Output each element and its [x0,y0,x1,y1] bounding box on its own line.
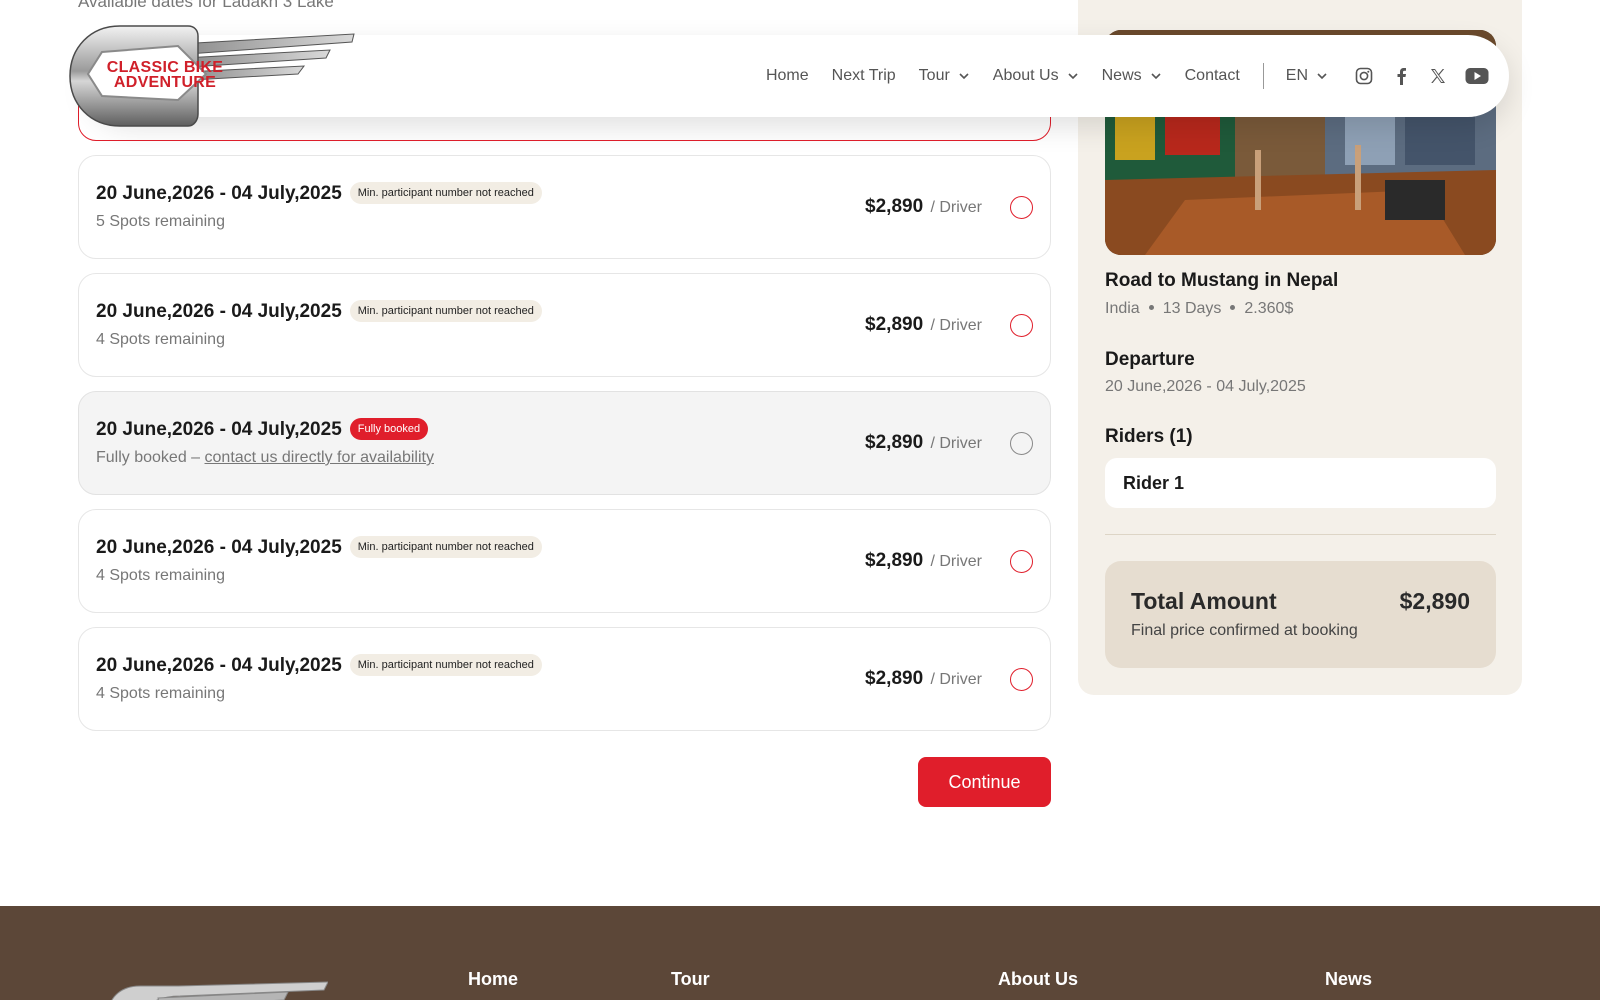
chevron-down-icon [1317,73,1327,80]
availability-prefix: Fully booked – [96,449,205,466]
price-unit: / Driver [930,317,982,334]
date-option[interactable]: 20 June,2026 - 04 July,2025 Min. particip… [78,273,1051,377]
status-badge: Min. participant number not reached [349,300,542,322]
total-amount-box: Total Amount $2,890 Final price confirme… [1105,561,1496,668]
date-text: 20 June,2026 - 04 July,2025 [96,301,342,322]
date-radio[interactable] [1010,432,1033,455]
date-range: 20 June,2026 - 04 July,2025 Min. particip… [96,654,542,677]
spots-remaining: 4 Spots remaining [96,567,225,584]
departure-label: Departure [1105,349,1195,370]
price: $2,890 / Driver [865,196,982,218]
total-value: $2,890 [1399,588,1470,614]
divider [1105,534,1496,535]
date-text: 20 June,2026 - 04 July,2025 [96,655,342,676]
nav-home[interactable]: Home [766,67,809,85]
price: $2,890 / Driver [865,668,982,690]
price-unit: / Driver [930,671,982,688]
price-value: $2,890 [865,196,924,217]
footer-link-tour[interactable]: Tour [671,969,710,990]
departure-value: 20 June,2026 - 04 July,2025 [1105,378,1306,395]
nav-contact[interactable]: Contact [1185,67,1240,85]
date-range: 20 June,2026 - 04 July,2025 Fully booked [96,418,429,441]
price: $2,890 / Driver [865,550,982,572]
youtube-icon[interactable] [1465,66,1489,86]
facebook-icon[interactable] [1391,66,1411,86]
date-radio[interactable] [1010,550,1033,573]
price-unit: / Driver [930,435,982,452]
date-option[interactable]: 20 June,2026 - 04 July,2025 Min. particip… [78,155,1051,259]
total-label: Total Amount [1131,588,1277,614]
date-option[interactable]: 20 June,2026 - 04 July,2025 Min. particip… [78,509,1051,613]
footer-link-about[interactable]: About Us [998,969,1078,990]
language-selector[interactable]: EN [1286,67,1328,85]
status-badge: Min. participant number not reached [349,182,542,204]
logo-line-2: ADVENTURE [113,74,217,91]
nav-tour-label: Tour [918,67,950,84]
nav-divider [1262,63,1264,89]
language-label: EN [1285,67,1308,84]
status-badge: Min. participant number not reached [349,536,542,558]
price-value: $2,890 [865,432,924,453]
date-range: 20 June,2026 - 04 July,2025 Min. particip… [96,182,542,205]
price: $2,890 / Driver [865,432,982,454]
chevron-down-icon [1151,73,1161,80]
date-radio[interactable] [1010,196,1033,219]
date-text: 20 June,2026 - 04 July,2025 [96,419,342,440]
status-badge: Min. participant number not reached [349,654,542,676]
nav-tour[interactable]: Tour [919,67,970,85]
total-note: Final price confirmed at booking [1131,622,1358,639]
price-value: $2,890 [865,314,924,335]
spots-remaining: 5 Spots remaining [96,213,225,230]
nav-next-trip[interactable]: Next Trip [832,67,896,85]
main-nav: Home Next Trip Tour About Us News Contac… [766,35,1489,117]
instagram-icon[interactable] [1354,66,1374,86]
price-value: $2,890 [865,668,924,689]
available-dates-heading: Available dates for Ladakh 3 Lake [78,0,334,11]
date-radio[interactable] [1010,314,1033,337]
footer-logo[interactable] [88,974,329,1000]
nav-about[interactable]: About Us [993,67,1079,85]
date-option[interactable]: 20 June,2026 - 04 July,2025 Min. particip… [78,627,1051,731]
logo-text: CLASSIC BIKE ADVENTURE [90,59,240,91]
date-option-fully-booked[interactable]: 20 June,2026 - 04 July,2025 Fully booked … [78,391,1051,495]
tour-meta: India 13 Days 2.360$ [1105,300,1293,318]
nav-about-label: About Us [992,67,1059,84]
price-value: $2,890 [865,550,924,571]
contact-availability-link[interactable]: contact us directly for availability [205,449,434,466]
nav-news-label: News [1101,67,1142,84]
continue-button[interactable]: Continue [918,757,1051,807]
dot-separator [1148,305,1154,310]
tour-country: India [1105,300,1140,317]
logo-line-1: CLASSIC BIKE [106,59,224,76]
price-unit: / Driver [930,553,982,570]
chevron-down-icon [1068,73,1078,80]
tour-duration: 13 Days [1162,300,1222,317]
date-range: 20 June,2026 - 04 July,2025 Min. particip… [96,300,542,323]
date-radio[interactable] [1010,668,1033,691]
date-range: 20 June,2026 - 04 July,2025 Min. particip… [96,536,542,559]
site-logo[interactable]: CLASSIC BIKE ADVENTURE [68,22,358,130]
price: $2,890 / Driver [865,314,982,336]
chevron-down-icon [959,73,969,80]
footer-link-home[interactable]: Home [468,969,518,990]
availability-note: Fully booked – contact us directly for a… [96,449,434,467]
site-footer: Home Tour About Us News [0,906,1600,1000]
footer-link-news[interactable]: News [1325,969,1372,990]
price-unit: / Driver [930,199,982,216]
riders-label: Riders (1) [1105,426,1193,447]
dot-separator [1230,305,1236,310]
rider-item[interactable]: Rider 1 [1105,458,1496,508]
fully-booked-badge: Fully booked [349,418,429,440]
date-text: 20 June,2026 - 04 July,2025 [96,537,342,558]
nav-news[interactable]: News [1102,67,1162,85]
tour-title: Road to Mustang in Nepal [1105,270,1339,291]
x-icon[interactable] [1428,66,1448,86]
tour-price: 2.360$ [1244,300,1294,317]
spots-remaining: 4 Spots remaining [96,331,225,348]
spots-remaining: 4 Spots remaining [96,685,225,702]
date-text: 20 June,2026 - 04 July,2025 [96,183,342,204]
